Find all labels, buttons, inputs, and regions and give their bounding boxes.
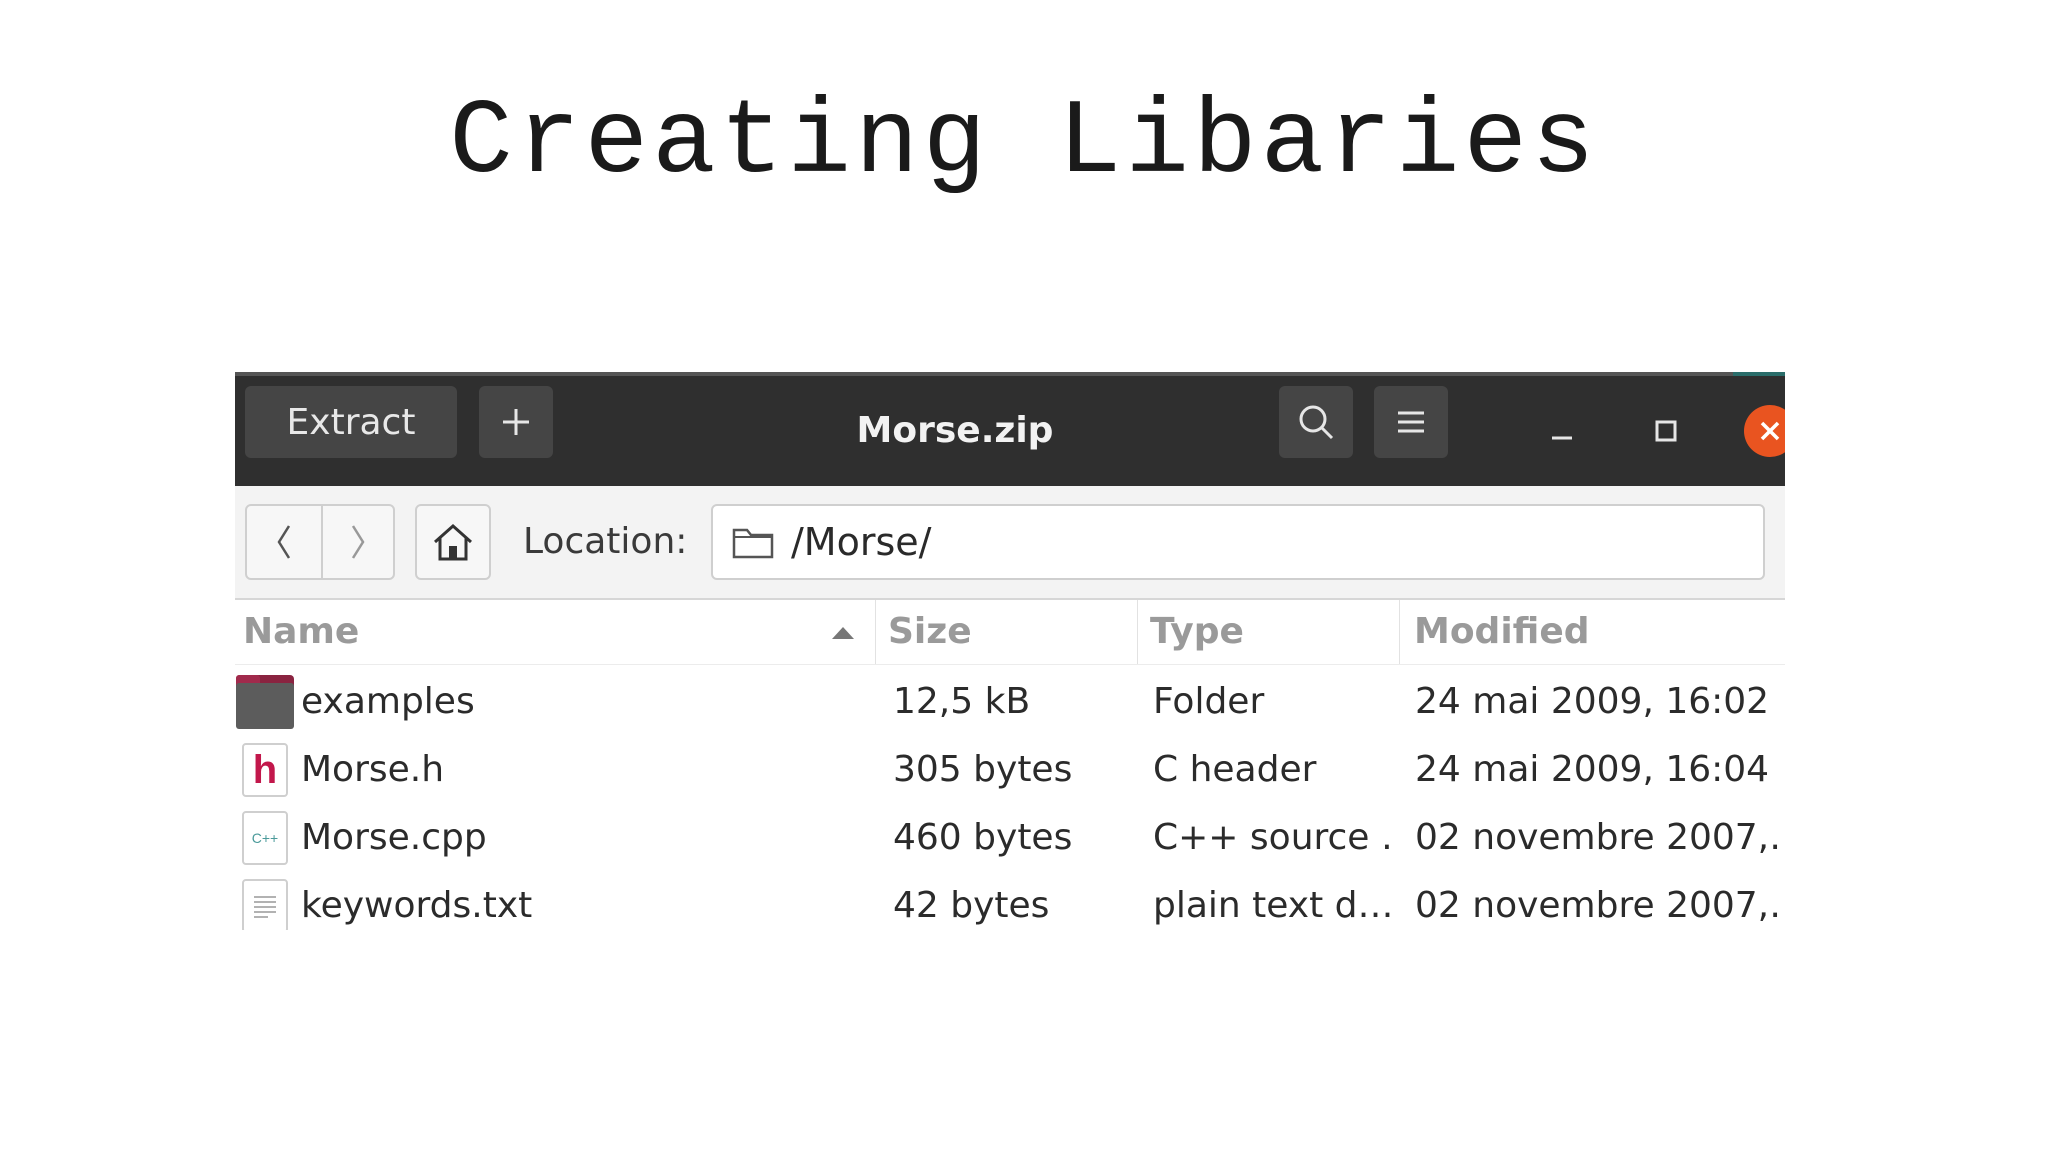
- file-modified: 24 mai 2009, 16:02: [1415, 681, 1770, 722]
- add-files-button[interactable]: [479, 386, 553, 458]
- file-name: examples: [301, 681, 475, 722]
- file-type: C++ source …: [1153, 817, 1397, 858]
- column-header-name[interactable]: Name: [243, 600, 875, 664]
- file-size: 460 bytes: [893, 817, 1073, 858]
- file-row[interactable]: examples 12,5 kB Folder 24 mai 2009, 16:…: [235, 668, 1785, 736]
- history-nav-group: [245, 504, 395, 580]
- close-icon: [1760, 421, 1780, 441]
- home-icon: [434, 523, 472, 561]
- file-type: plain text d…: [1153, 885, 1394, 926]
- file-row[interactable]: C++ Morse.cpp 460 bytes C++ source … 02 …: [235, 804, 1785, 872]
- file-size: 42 bytes: [893, 885, 1050, 926]
- minimize-button[interactable]: [1527, 376, 1597, 486]
- column-header-type[interactable]: Type: [1137, 600, 1399, 664]
- file-size: 12,5 kB: [893, 681, 1031, 722]
- back-button[interactable]: [247, 506, 323, 578]
- maximize-button[interactable]: [1631, 376, 1701, 486]
- close-button[interactable]: [1735, 376, 1785, 486]
- archive-manager-window: Extract Morse.zip Location: /Morse/ Name…: [235, 372, 1785, 930]
- search-button[interactable]: [1279, 386, 1353, 458]
- file-modified: 24 mai 2009, 16:04: [1415, 749, 1770, 790]
- location-field[interactable]: /Morse/: [711, 504, 1765, 580]
- file-type: Folder: [1153, 681, 1265, 722]
- search-icon: [1299, 405, 1334, 440]
- close-circle: [1744, 405, 1785, 457]
- file-size: 305 bytes: [893, 749, 1073, 790]
- main-menu-button[interactable]: [1374, 386, 1448, 458]
- file-type: C header: [1153, 749, 1317, 790]
- file-name: Morse.cpp: [301, 817, 487, 858]
- file-modified: 02 novembre 2007,…: [1415, 885, 1785, 926]
- plus-icon: [503, 409, 529, 435]
- forward-button[interactable]: [321, 506, 395, 578]
- location-toolbar: Location: /Morse/: [235, 486, 1785, 600]
- column-header-size[interactable]: Size: [875, 600, 1137, 664]
- folder-icon: [236, 675, 294, 729]
- cpp-source-file-icon: C++: [242, 811, 288, 865]
- minimize-icon: [1552, 436, 1572, 440]
- chevron-right-icon: [351, 525, 365, 559]
- chevron-left-icon: [277, 525, 291, 559]
- file-row[interactable]: h Morse.h 305 bytes C header 24 mai 2009…: [235, 736, 1785, 804]
- file-name: Morse.h: [301, 749, 445, 790]
- folder-outline-icon: [732, 528, 774, 559]
- extract-button[interactable]: Extract: [245, 386, 457, 458]
- column-header-modified[interactable]: Modified: [1399, 600, 1785, 664]
- location-label: Location:: [523, 521, 688, 562]
- file-modified: 02 novembre 2007,…: [1415, 817, 1785, 858]
- c-header-file-icon: h: [242, 743, 288, 797]
- maximize-icon: [1655, 420, 1677, 442]
- sort-ascending-icon: [832, 627, 854, 639]
- hamburger-menu-icon: [1398, 411, 1424, 433]
- window-title: Morse.zip: [856, 410, 1054, 451]
- file-name: keywords.txt: [301, 885, 533, 926]
- home-button[interactable]: [415, 504, 491, 580]
- slide-title: Creating Libaries: [449, 83, 1599, 203]
- file-row[interactable]: keywords.txt 42 bytes plain text d… 02 n…: [235, 872, 1785, 930]
- header-divider: [235, 664, 1785, 665]
- text-file-icon: [242, 879, 288, 930]
- file-list: Name Size Type Modified examples 12,5 kB…: [235, 600, 1785, 930]
- location-path: /Morse/: [791, 520, 932, 564]
